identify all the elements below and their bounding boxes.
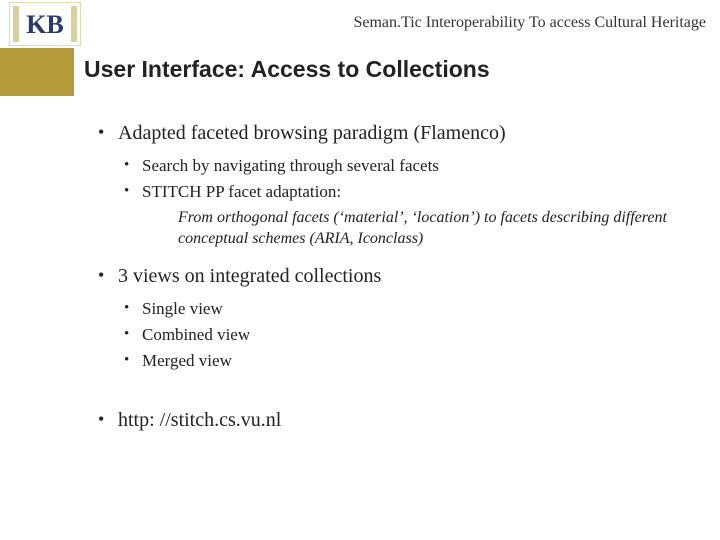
bullet-2-sub-1-text: Single view xyxy=(142,299,223,318)
kb-logo-icon: KB xyxy=(9,2,81,46)
bullet-list: Adapted faceted browsing paradigm (Flame… xyxy=(96,120,696,373)
header: KB Seman.Tic Interoperability To access … xyxy=(0,0,720,48)
spacer xyxy=(96,381,696,407)
bullet-2-sub-3: Merged view xyxy=(118,350,696,373)
bullet-1-sub-2: STITCH PP facet adaptation: xyxy=(118,181,696,204)
bullet-2-text: 3 views on integrated collections xyxy=(118,265,381,287)
svg-text:KB: KB xyxy=(26,10,64,39)
bullet-2-sublist: Single view Combined view Merged view xyxy=(118,298,696,373)
content-area: Adapted faceted browsing paradigm (Flame… xyxy=(96,120,696,442)
bullet-1-sub-1-text: Search by navigating through several fac… xyxy=(142,156,439,175)
bullet-3: http: //stitch.cs.vu.nl xyxy=(96,407,696,434)
bullet-1-text: Adapted faceted browsing paradigm (Flame… xyxy=(118,122,506,144)
header-title: Seman.Tic Interoperability To access Cul… xyxy=(353,14,706,32)
bullet-2-sub-1: Single view xyxy=(118,298,696,321)
bullet-2-sub-3-text: Merged view xyxy=(142,351,232,370)
bullet-1-sub-2-text: STITCH PP facet adaptation: xyxy=(142,182,341,201)
kb-logo: KB xyxy=(0,0,90,48)
bullet-1-sublist: Search by navigating through several fac… xyxy=(118,155,696,204)
gold-accent-block xyxy=(0,48,74,96)
bullet-3-text: http: //stitch.cs.vu.nl xyxy=(118,409,281,431)
bullet-2: 3 views on integrated collections Single… xyxy=(96,263,696,373)
slide-title: User Interface: Access to Collections xyxy=(84,56,490,83)
bullet-1-note: From orthogonal facets (‘material’, ‘loc… xyxy=(178,208,696,250)
bullet-1: Adapted faceted browsing paradigm (Flame… xyxy=(96,120,696,249)
bullet-list-2: http: //stitch.cs.vu.nl xyxy=(96,407,696,434)
bullet-2-sub-2-text: Combined view xyxy=(142,325,250,344)
bullet-1-sub-1: Search by navigating through several fac… xyxy=(118,155,696,178)
slide: KB Seman.Tic Interoperability To access … xyxy=(0,0,720,540)
bullet-2-sub-2: Combined view xyxy=(118,324,696,347)
